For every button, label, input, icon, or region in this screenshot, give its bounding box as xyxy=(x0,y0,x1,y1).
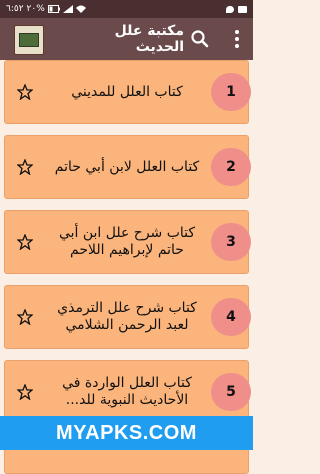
book-logo-icon xyxy=(19,33,39,47)
favorite-star-icon[interactable] xyxy=(17,309,33,325)
favorite-star-icon[interactable] xyxy=(17,384,33,400)
status-bar: ٦:٥٢ ٢٠% xyxy=(0,0,253,18)
menu-dot-icon xyxy=(235,30,239,34)
status-battery: ٢٠% xyxy=(26,4,45,14)
overflow-menu-button[interactable] xyxy=(226,18,248,60)
battery-icon xyxy=(47,5,60,13)
favorite-star-icon[interactable] xyxy=(17,234,33,250)
book-number: 2 xyxy=(211,148,251,186)
status-left: ٦:٥٢ ٢٠% xyxy=(6,4,86,14)
wifi-icon xyxy=(75,5,86,13)
list-item[interactable]: كتاب العلل الواردة في الأحاديث النبوية ل… xyxy=(4,360,251,424)
search-icon[interactable] xyxy=(190,29,210,49)
favorite-star-icon[interactable] xyxy=(17,159,33,175)
favorite-star-icon[interactable] xyxy=(17,84,33,100)
list-item[interactable]: كتاب العلل للمديني 1 xyxy=(4,60,251,124)
list-item[interactable]: كتاب العلل لابن أبي حاتم 2 xyxy=(4,135,251,199)
gallery-icon xyxy=(238,5,247,13)
book-title: كتاب العلل للمديني xyxy=(71,83,183,100)
menu-dot-icon xyxy=(235,37,239,41)
book-number: 3 xyxy=(211,223,251,261)
watermark-banner: MYAPKS.COM xyxy=(0,416,253,450)
book-title: كتاب شرح علل الترمذي لعبد الرحمن الشلامي xyxy=(57,300,197,333)
message-icon xyxy=(226,5,234,13)
signal-icon xyxy=(62,5,73,13)
book-title: كتاب شرح علل ابن أبي حاتم لإبراهيم اللاح… xyxy=(58,225,196,258)
app-bar: مكتبة علل الحديث xyxy=(0,18,253,60)
book-number: 5 xyxy=(211,373,251,411)
book-title: كتاب العلل لابن أبي حاتم xyxy=(54,158,200,175)
list-item[interactable]: كتاب شرح علل ابن أبي حاتم لإبراهيم اللاح… xyxy=(4,210,251,274)
book-title: كتاب العلل الواردة في الأحاديث النبوية ل… xyxy=(62,375,192,408)
status-time: ٦:٥٢ xyxy=(6,4,24,14)
status-right xyxy=(226,5,247,13)
app-logo xyxy=(14,25,44,55)
book-number: 1 xyxy=(211,73,251,111)
book-number: 4 xyxy=(211,298,251,336)
list-item[interactable]: كتاب شرح علل الترمذي لعبد الرحمن الشلامي… xyxy=(4,285,251,349)
menu-dot-icon xyxy=(235,44,239,48)
app-title: مكتبة علل الحديث xyxy=(114,23,184,55)
